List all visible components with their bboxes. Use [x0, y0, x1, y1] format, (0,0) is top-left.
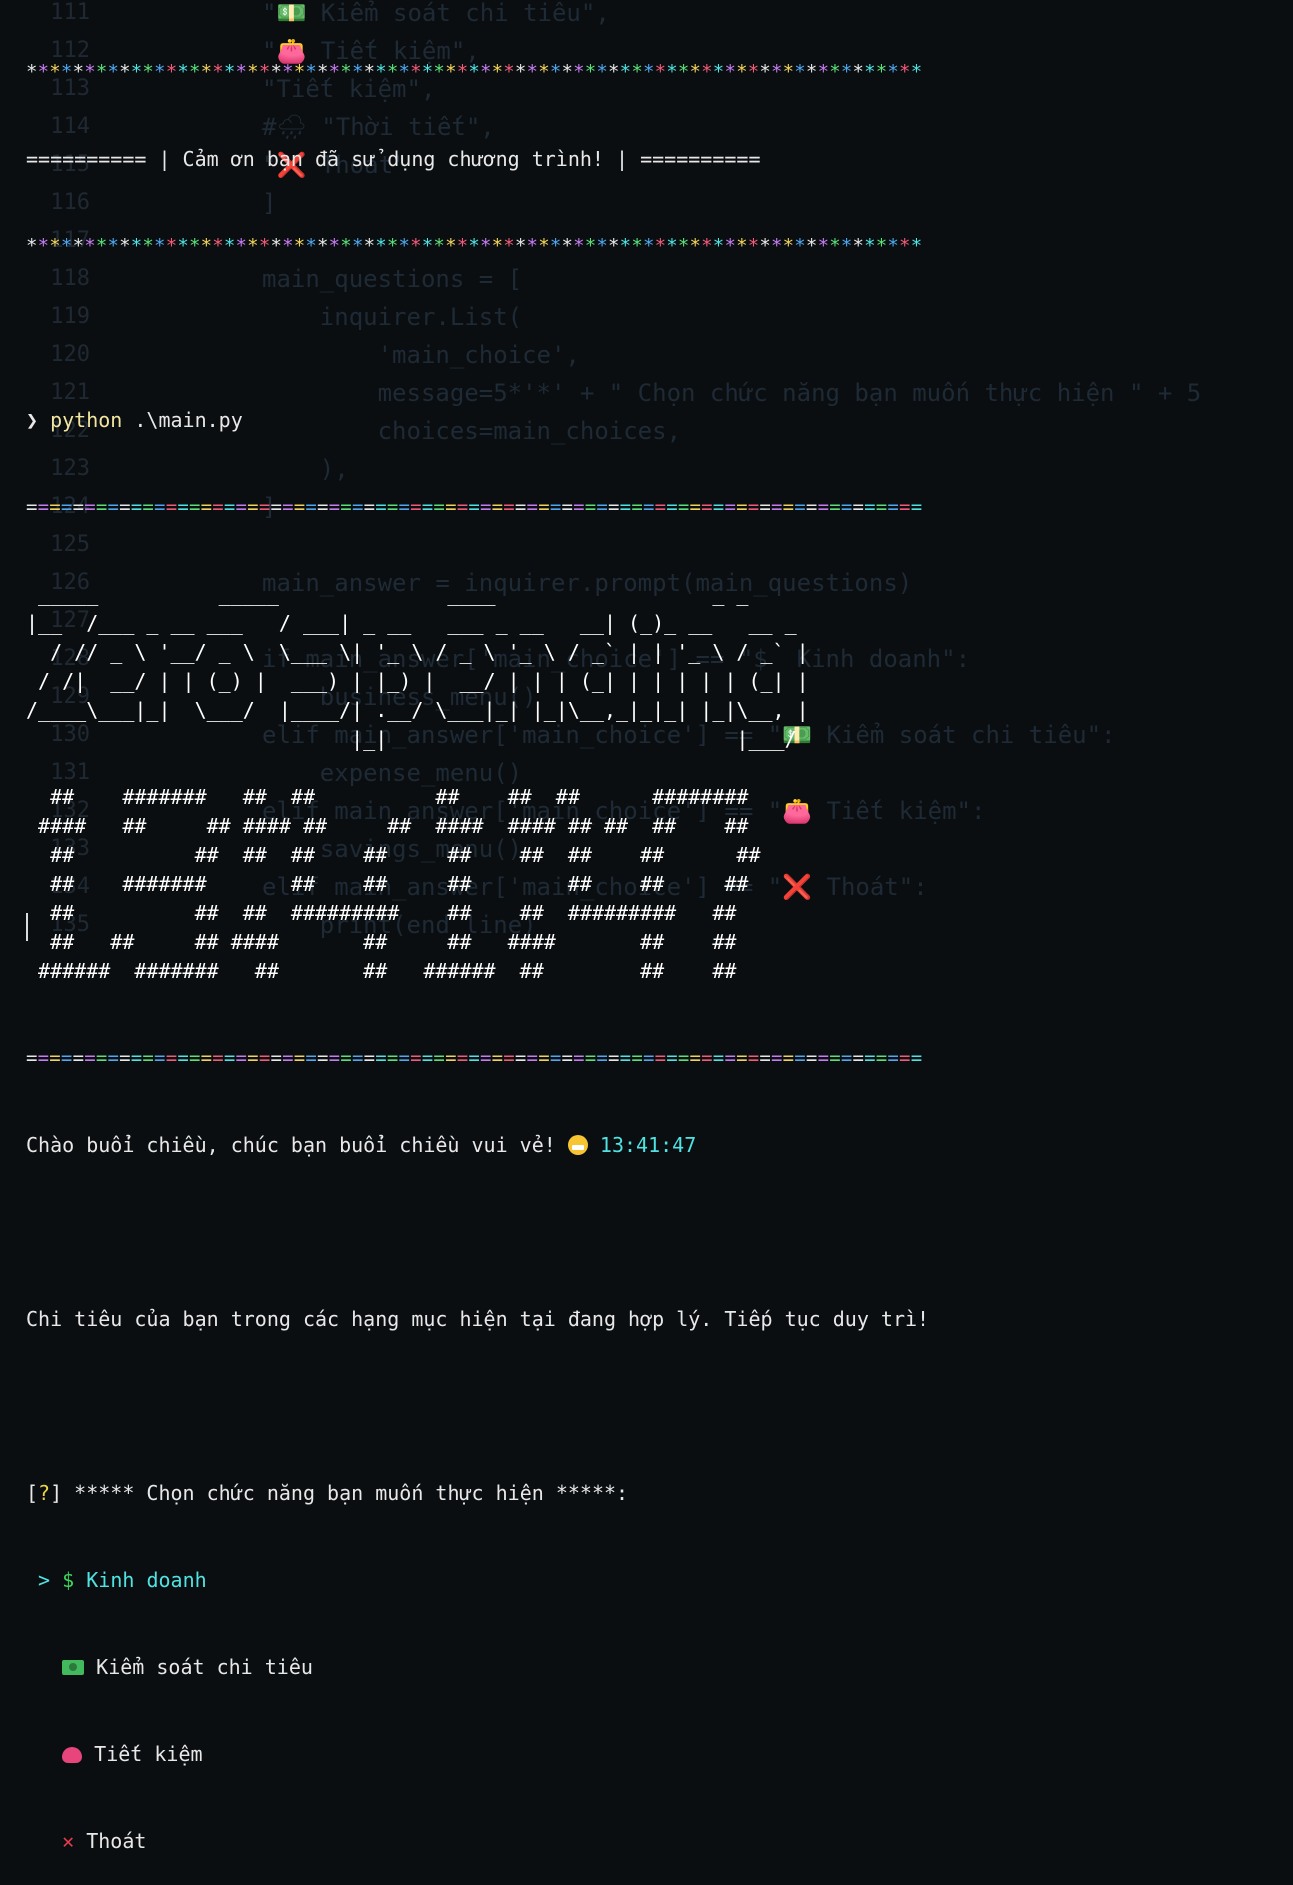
- ascii-art-line: / /| __/ | | (_) | ___) | |_) | __/ | | …: [26, 669, 809, 693]
- menu-item-thoat[interactable]: ✕ Thoát: [26, 1827, 1276, 1856]
- prompt-chevron-icon: ❯: [26, 408, 39, 432]
- greeting-text: Chào buổi chiều, chúc bạn buổi chiều vui…: [26, 1133, 556, 1157]
- thanks-line: ========== | Cảm ơn bạn đã sử dụng chươn…: [26, 147, 761, 171]
- star-line-text: ****************************************…: [26, 235, 923, 257]
- ascii-art-line: #### ## ## #### ## ## #### #### ## ## ##…: [26, 814, 749, 838]
- terminal-output: ****************************************…: [26, 0, 1276, 1885]
- ascii-art-line: ## ## ## ######### ## ## ######### ##: [26, 901, 737, 925]
- cash-icon: [62, 1660, 85, 1675]
- ascii-banner: _____ _____ ____ _ _ |__ /___ _ __ ___ / …: [26, 580, 1276, 986]
- ascii-art-line: /____\___|_| \___/ |____/| .__/ \___|_| …: [26, 698, 809, 722]
- star-line-bottom: ****************************************…: [26, 232, 1276, 261]
- menu-item-kiem-soat-chi-tieu[interactable]: Kiểm soát chi tiêu: [26, 1653, 1276, 1682]
- equals-line-top: ========================================…: [26, 493, 1276, 522]
- dollar-icon: $: [62, 1568, 75, 1592]
- ascii-art-line: ## ####### ## ## ## ## ## ##: [26, 872, 749, 896]
- ascii-art-line: _____ _____ ____ _ _: [26, 582, 749, 606]
- command-name: python: [50, 408, 123, 432]
- question-text: ***** Chọn chức năng bạn muốn thực hiện …: [62, 1481, 629, 1505]
- selector-arrow-icon: >: [38, 1568, 51, 1592]
- star-line-text: ****************************************…: [26, 61, 923, 83]
- text-cursor[interactable]: [26, 913, 28, 941]
- menu-item-tiet-kiem[interactable]: Tiết kiệm: [26, 1740, 1276, 1769]
- ascii-art-line: ## ## ## ## ## ## ## ## ## ##: [26, 843, 761, 867]
- ascii-art-line: / // _ \ '__/ _ \ \___ \| '_ \ / _ \ '_ …: [26, 640, 809, 664]
- menu-item-label: Thoát: [86, 1829, 147, 1853]
- cross-icon: ✕: [62, 1829, 75, 1853]
- menu-item-label: Tiết kiệm: [94, 1742, 203, 1766]
- ascii-art-line: |_| |___/: [26, 727, 797, 751]
- menu-item-label: Kinh doanh: [86, 1568, 207, 1592]
- ascii-art-line: [26, 754, 1276, 783]
- ascii-art-line: ###### ####### ## ## ###### ## ## ##: [26, 959, 737, 983]
- menu-item-label: Kiểm soát chi tiêu: [96, 1655, 313, 1679]
- command-args: .\main.py: [122, 408, 243, 432]
- equals-line-text: ========================================…: [26, 496, 923, 518]
- equals-line-bottom: ========================================…: [26, 1044, 1276, 1073]
- status-message: Chi tiêu của bạn trong các hạng mục hiện…: [26, 1307, 930, 1331]
- ascii-art-line: ## ## ## #### ## ## #### ## ##: [26, 930, 737, 954]
- menu-item-kinh-doanh[interactable]: > $ Kinh doanh: [26, 1566, 1276, 1595]
- equals-line-text: ========================================…: [26, 1047, 923, 1069]
- ascii-art-line: |__ /___ _ __ ___ / ___| _ __ ___ _ __ _…: [26, 611, 797, 635]
- command-line: ❯ python .\main.py: [26, 406, 1276, 435]
- purse-icon: [62, 1747, 83, 1763]
- star-line-top: ****************************************…: [26, 58, 1276, 87]
- grinning-face-icon: [567, 1135, 588, 1155]
- question-line: [?] ***** Chọn chức năng bạn muốn thực h…: [26, 1481, 629, 1505]
- greeting-line: Chào buổi chiều, chúc bạn buổi chiều vui…: [26, 1131, 1276, 1160]
- ascii-art-line: ## ####### ## ## ## ## ## ########: [26, 785, 749, 809]
- question-mark: ?: [38, 1481, 51, 1505]
- clock-time: 13:41:47: [599, 1133, 697, 1157]
